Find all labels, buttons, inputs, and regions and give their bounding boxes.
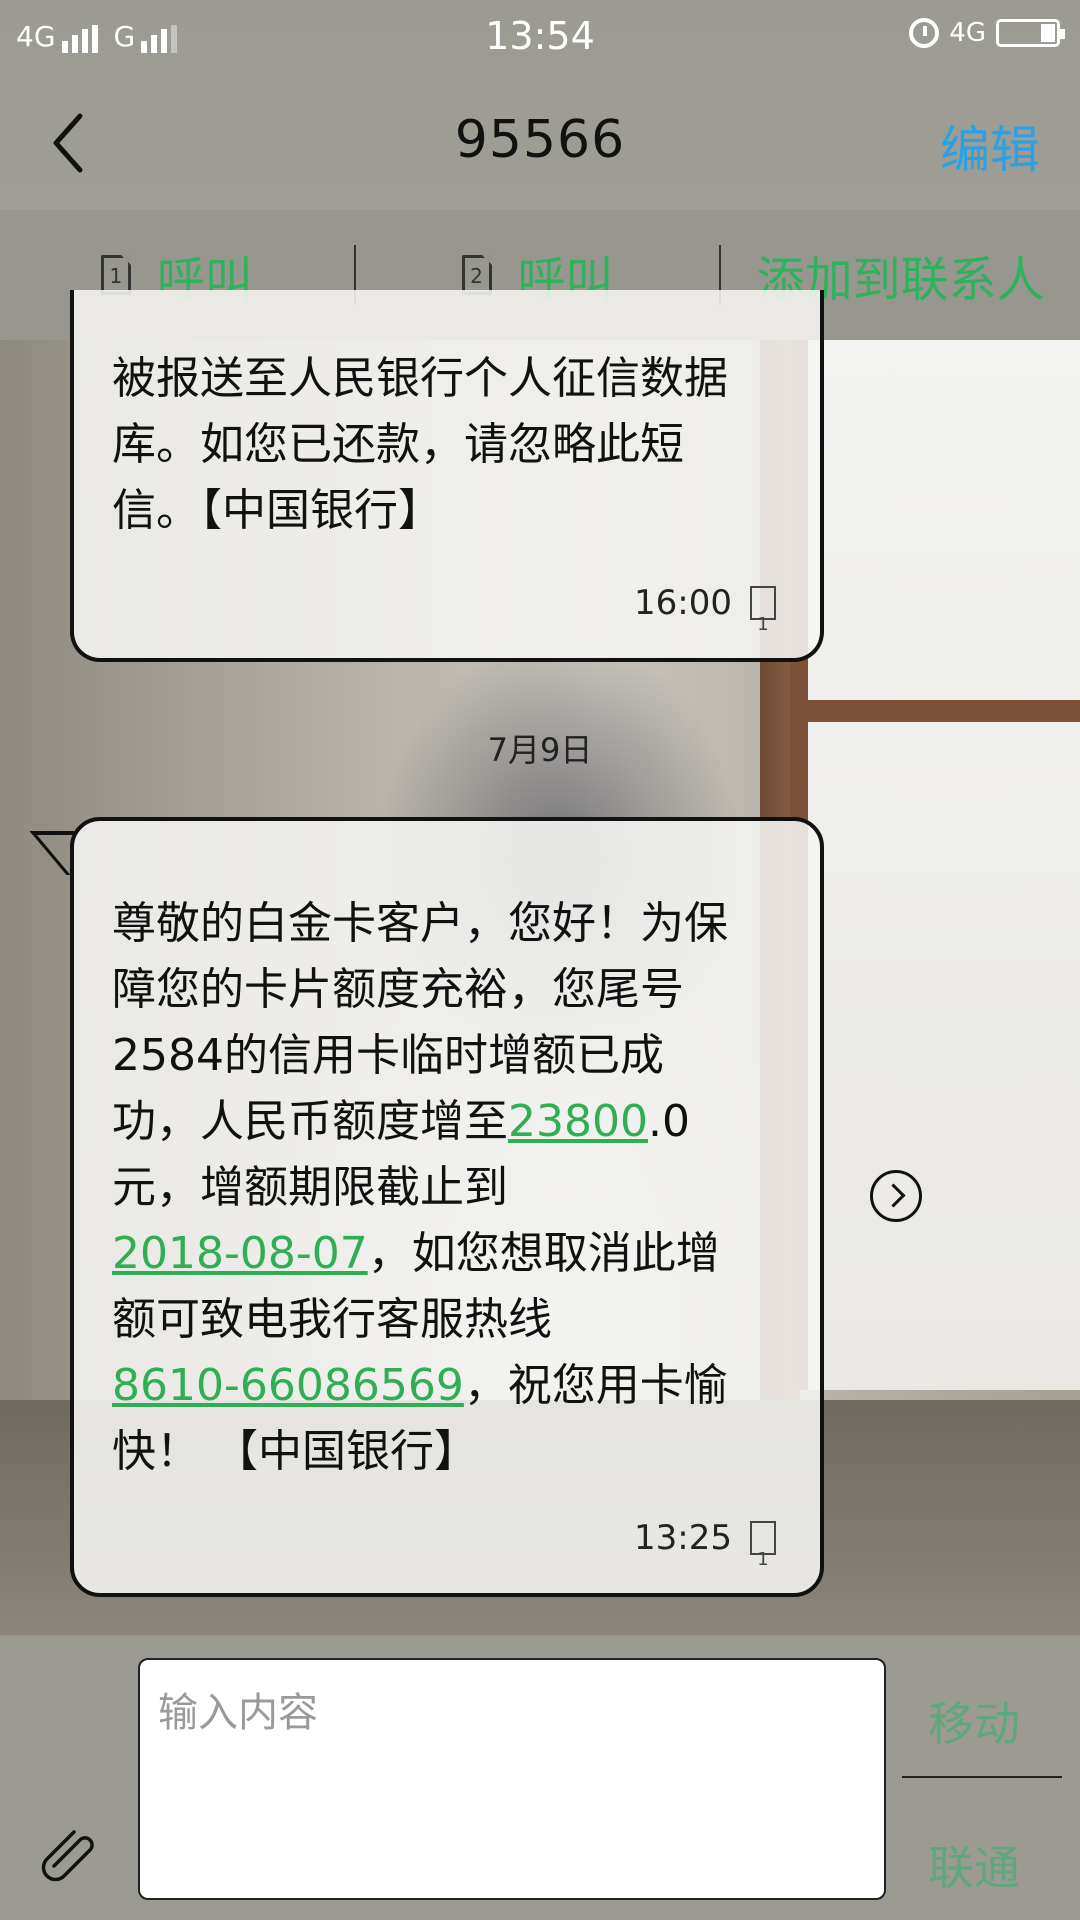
sim1-icon: 1	[750, 1521, 776, 1570]
wallpaper-window	[790, 340, 1080, 1390]
message-time: 16:00	[634, 583, 732, 623]
message-text: 被报送至人民银行个人征信数据 库。如您已还款，请忽略此短 信。【中国银行】	[112, 353, 728, 536]
forward-arrow-icon[interactable]	[870, 1170, 922, 1222]
send-via-mobile-button[interactable]: 移动	[928, 1688, 1020, 1754]
message-meta: 13:25 1	[634, 1505, 776, 1571]
edit-button[interactable]: 编辑	[940, 110, 1040, 182]
message-input[interactable]: 输入内容	[138, 1658, 886, 1900]
status-bar: 4G G 13:54 4G	[0, 0, 1080, 78]
alarm-icon	[909, 18, 940, 48]
phone-link[interactable]: 8610-66086569	[112, 1360, 464, 1411]
paperclip-icon[interactable]	[38, 1826, 98, 1886]
date-divider: 7月9日	[487, 731, 593, 769]
conversation-header: 95566 编辑	[0, 78, 1080, 210]
send-via-unicom-button[interactable]: 联通	[928, 1832, 1020, 1898]
message-composer: 输入内容 移动 联通	[0, 1636, 1080, 1920]
sim1-icon: 1	[100, 255, 131, 295]
contact-number-title: 95566	[454, 110, 626, 170]
sms-conversation-screen: 4G G 13:54 4G 95566 编辑 1 呼叫 2 呼叫 添加到联系人 …	[0, 0, 1080, 1920]
sim1-icon: 1	[750, 586, 776, 635]
amount-link[interactable]: 23800	[508, 1096, 648, 1147]
date-link[interactable]: 2018-08-07	[112, 1228, 368, 1279]
message-bubble[interactable]: 被报送至人民银行个人征信数据 库。如您已还款，请忽略此短 信。【中国银行】 16…	[70, 290, 824, 662]
network-type-right: 4G	[949, 18, 986, 48]
divider	[902, 1776, 1062, 1778]
status-icons: 4G	[909, 18, 1065, 48]
message-time: 13:25	[634, 1518, 732, 1558]
message-bubble[interactable]: 尊敬的白金卡客户，您好！为保 障您的卡片额度充裕，您尾号 2584的信用卡临时增…	[70, 817, 824, 1597]
sim2-icon: 2	[461, 255, 492, 295]
message-text: 尊敬的白金卡客户，您好！为保 障您的卡片额度充裕，您尾号 2584的信用卡临时增…	[112, 898, 728, 1477]
message-meta: 16:00 1	[634, 570, 776, 636]
battery-icon	[996, 19, 1065, 47]
